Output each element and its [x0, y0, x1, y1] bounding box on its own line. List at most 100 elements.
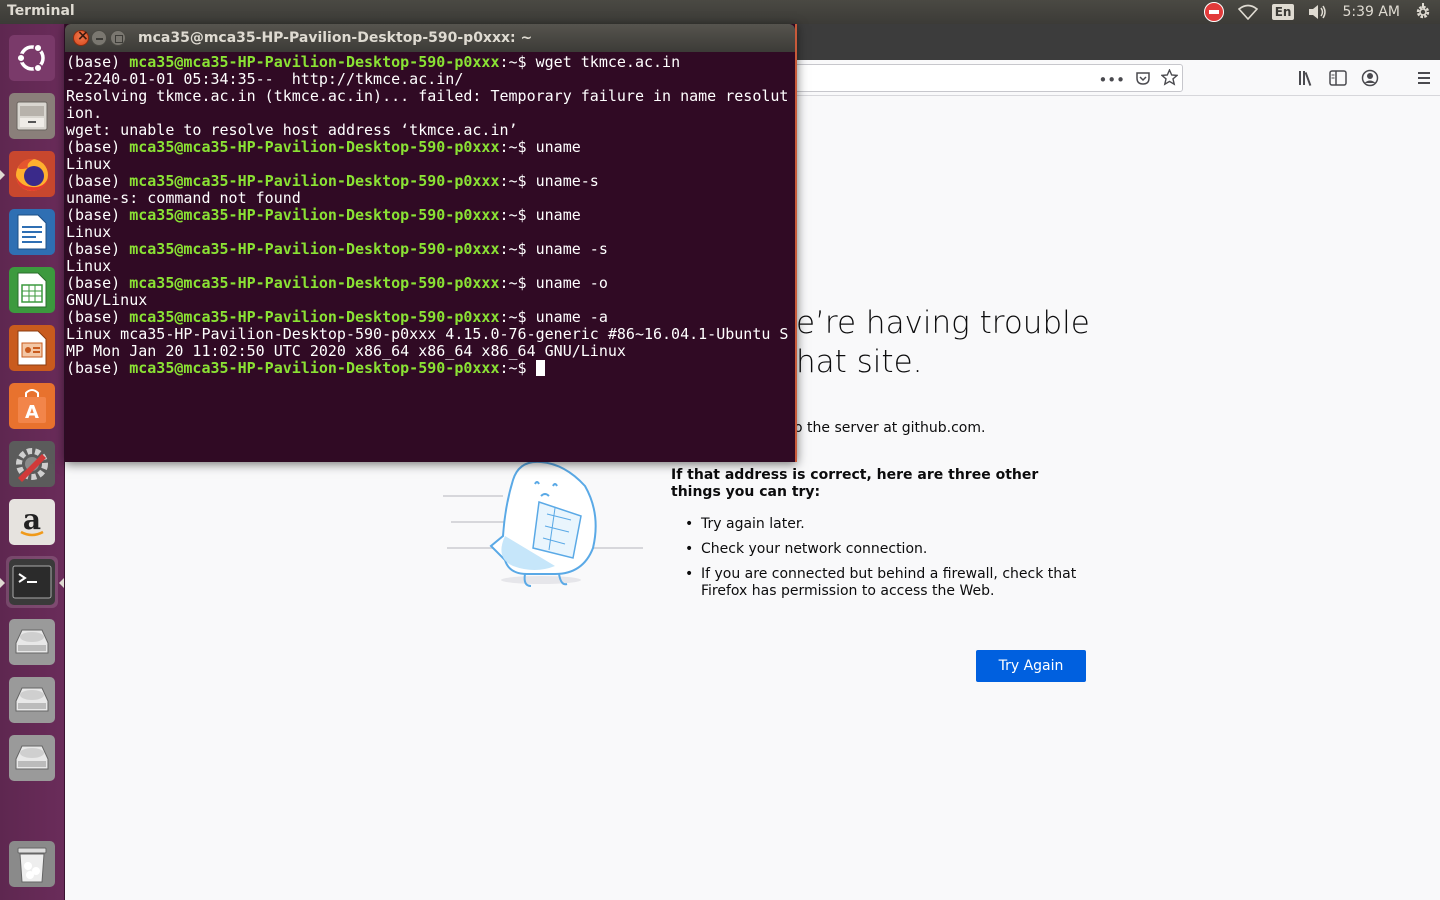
prompt-path: :~$	[499, 359, 536, 377]
prompt-path: :~$	[499, 172, 536, 190]
terminal-prompt-line: (base) mca35@mca35-HP-Pavilion-Desktop-5…	[66, 54, 794, 71]
clock[interactable]: 5:39 AM	[1342, 4, 1400, 20]
bookmark-star-icon[interactable]	[1160, 68, 1179, 90]
terminal-prompt-line: (base) mca35@mca35-HP-Pavilion-Desktop-5…	[66, 275, 794, 292]
command-text: uname-s	[535, 172, 599, 190]
error-illustration	[443, 456, 643, 591]
prompt-path: :~$	[499, 308, 536, 326]
ubuntu-dash-button[interactable]	[6, 32, 58, 84]
launcher-drive-2[interactable]	[6, 674, 58, 726]
file-cabinet-icon	[9, 93, 55, 139]
keyboard-language-icon[interactable]: En	[1271, 0, 1295, 24]
launcher: A a	[0, 24, 65, 900]
command-text: wget tkmce.ac.in	[535, 54, 681, 71]
terminal-prompt-line: (base) mca35@mca35-HP-Pavilion-Desktop-5…	[66, 173, 794, 190]
prompt-prefix: (base)	[66, 138, 130, 156]
system-tray: En 5:39 AM	[1203, 0, 1440, 24]
terminal-output[interactable]: (base) mca35@mca35-HP-Pavilion-Desktop-5…	[66, 54, 794, 459]
focused-app-title: Terminal	[7, 3, 75, 19]
launcher-calc[interactable]	[6, 264, 58, 316]
minimize-button[interactable]	[91, 30, 107, 46]
no-entry-icon[interactable]	[1203, 0, 1224, 24]
prompt-prefix: (base)	[66, 206, 130, 224]
settings-gear-icon[interactable]	[1414, 0, 1432, 24]
library-icon[interactable]	[1290, 68, 1322, 88]
suggestion-item: Try again later.	[685, 516, 1095, 533]
sidebar-icon[interactable]	[1322, 68, 1354, 88]
running-indicator	[0, 170, 5, 180]
launcher-drive-3[interactable]	[6, 732, 58, 784]
prompt-user-host: mca35@mca35-HP-Pavilion-Desktop-590-p0xx…	[129, 54, 500, 71]
launcher-trash[interactable]	[6, 838, 58, 890]
hard-drive-icon	[9, 677, 55, 723]
prompt-path: :~$	[499, 206, 536, 224]
error-title-line-1: e’re having trouble	[796, 305, 1090, 341]
prompt-path: :~$	[499, 274, 536, 292]
prompt-path: :~$	[499, 138, 536, 156]
terminal-icon	[9, 559, 55, 605]
launcher-impress[interactable]	[6, 322, 58, 374]
suggestion-item: If you are connected but behind a firewa…	[685, 566, 1095, 600]
svg-text:A: A	[25, 402, 39, 423]
terminal-output-line: wget: unable to resolve host address ‘tk…	[66, 121, 518, 139]
terminal-output-line: MP Mon Jan 20 11:02:50 UTC 2020 x86_64 x…	[66, 342, 626, 360]
hard-drive-icon	[9, 619, 55, 665]
prompt-user-host: mca35@mca35-HP-Pavilion-Desktop-590-p0xx…	[129, 206, 500, 224]
terminal-output-line: Linux mca35-HP-Pavilion-Desktop-590-p0xx…	[66, 325, 789, 343]
terminal-prompt-line: (base) mca35@mca35-HP-Pavilion-Desktop-5…	[66, 207, 794, 224]
menu-icon[interactable]	[1408, 68, 1440, 88]
prompt-user-host: mca35@mca35-HP-Pavilion-Desktop-590-p0xx…	[129, 308, 500, 326]
error-description: o the server at github.com.	[794, 420, 986, 436]
launcher-amazon[interactable]: a	[6, 496, 58, 548]
launcher-writer[interactable]	[6, 206, 58, 258]
terminal-prompt-line: (base) mca35@mca35-HP-Pavilion-Desktop-5…	[66, 360, 794, 377]
terminal-output-line: GNU/Linux	[66, 291, 148, 309]
prompt-prefix: (base)	[66, 240, 130, 258]
language-label: En	[1271, 4, 1295, 20]
error-title: e’re having trouble hat site.	[796, 304, 1216, 382]
terminal-output-line: Linux	[66, 155, 112, 173]
prompt-path: :~$	[499, 54, 536, 71]
terminal-prompt-line: (base) mca35@mca35-HP-Pavilion-Desktop-5…	[66, 241, 794, 258]
command-text: uname -a	[535, 308, 608, 326]
error-title-line-2: hat site.	[796, 344, 923, 380]
launcher-files[interactable]	[6, 90, 58, 142]
software-center-bag-icon: A	[9, 383, 55, 429]
launcher-terminal[interactable]	[0, 556, 64, 608]
terminal-prompt-line: (base) mca35@mca35-HP-Pavilion-Desktop-5…	[66, 309, 794, 326]
command-text: uname -o	[535, 274, 608, 292]
suggestion-list: Try again later. Check your network conn…	[685, 516, 1095, 608]
close-button[interactable]	[73, 28, 89, 46]
terminal-output-line: --2240-01-01 05:34:35-- http://tkmce.ac.…	[66, 70, 464, 88]
wifi-icon[interactable]	[1237, 0, 1258, 24]
terminal-output-line: uname-s: command not found	[66, 189, 301, 207]
suggestion-item: Check your network connection.	[685, 541, 1095, 558]
trash-icon	[9, 841, 55, 887]
ubuntu-logo-icon	[9, 35, 55, 81]
account-icon[interactable]	[1354, 68, 1386, 88]
focused-indicator	[59, 578, 64, 588]
page-actions-icon[interactable]: •••	[1098, 71, 1125, 89]
launcher-software[interactable]: A	[6, 380, 58, 432]
system-tools-icon	[9, 441, 55, 487]
impress-presentation-icon	[9, 325, 55, 371]
maximize-button[interactable]	[110, 30, 126, 46]
hard-drive-icon	[9, 735, 55, 781]
error-subheading: If that address is correct, here are thr…	[671, 467, 1039, 500]
prompt-user-host: mca35@mca35-HP-Pavilion-Desktop-590-p0xx…	[129, 172, 500, 190]
terminal-output-line: Linux	[66, 257, 112, 275]
launcher-system-settings[interactable]	[6, 438, 58, 490]
terminal-output-line: ion.	[66, 104, 103, 122]
pocket-icon[interactable]	[1135, 70, 1151, 90]
launcher-drive-1[interactable]	[6, 616, 58, 668]
launcher-firefox[interactable]	[0, 148, 58, 200]
command-text: uname	[535, 138, 581, 156]
terminal-titlebar[interactable]: mca35@mca35-HP-Pavilion-Desktop-590-p0xx…	[65, 24, 795, 52]
prompt-user-host: mca35@mca35-HP-Pavilion-Desktop-590-p0xx…	[129, 274, 500, 292]
volume-icon[interactable]	[1308, 0, 1328, 24]
prompt-prefix: (base)	[66, 308, 130, 326]
svg-text:a: a	[23, 504, 41, 536]
try-again-button[interactable]: Try Again	[976, 650, 1086, 682]
prompt-user-host: mca35@mca35-HP-Pavilion-Desktop-590-p0xx…	[129, 240, 500, 258]
terminal-window[interactable]: mca35@mca35-HP-Pavilion-Desktop-590-p0xx…	[65, 24, 797, 462]
